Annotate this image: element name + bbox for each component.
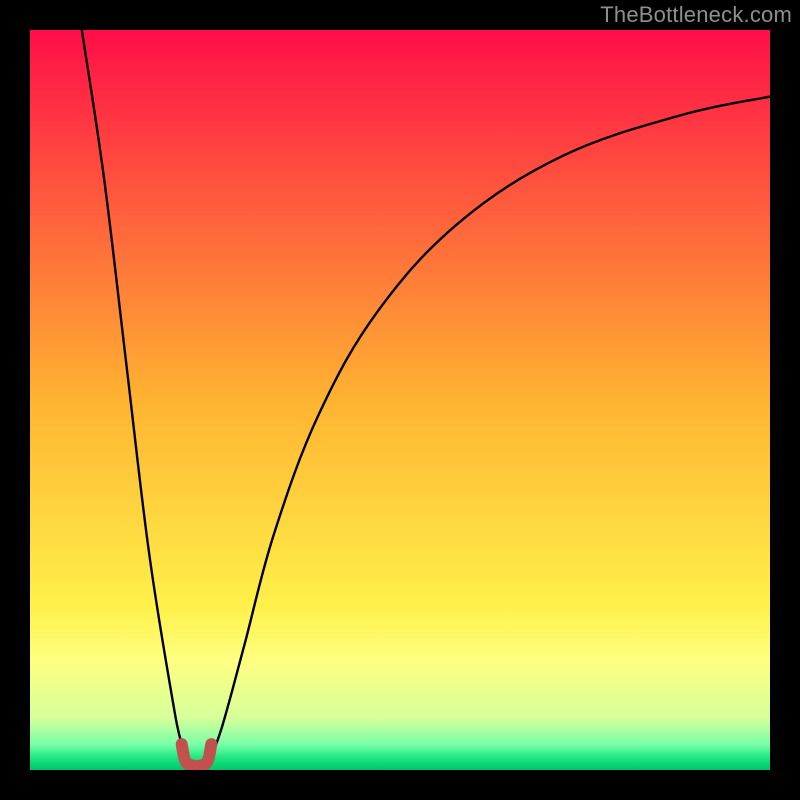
minimum-marker: [182, 744, 212, 766]
curve-right: [208, 97, 770, 767]
curve-left: [82, 30, 193, 766]
watermark-text: TheBottleneck.com: [600, 2, 792, 28]
outer-frame: TheBottleneck.com: [0, 0, 800, 800]
plot-area: [30, 30, 770, 770]
curves-layer: [30, 30, 770, 770]
